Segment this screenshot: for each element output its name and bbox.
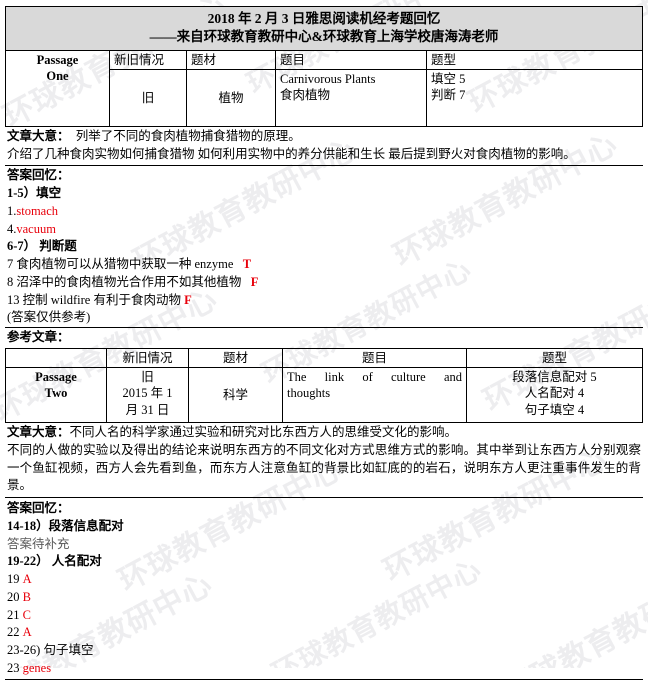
header-question-type: 题型 (466, 347, 643, 369)
cell-subject: 科学 (188, 367, 283, 424)
passage-label-line2: Two (44, 386, 68, 401)
list-item: 23 genes (7, 660, 641, 678)
list-item: 7 食肉植物可以从猎物中获取一种 enzyme T (7, 256, 641, 274)
list-item: 21 C (7, 607, 641, 625)
passage-two-table: 新旧情况 题材 题目 题型 Passage Two 旧 2015 年 1 月 3… (5, 347, 643, 424)
answer-value: C (22, 607, 31, 622)
answer-number: 22 (7, 625, 20, 640)
header-status: 新旧情况 (106, 347, 189, 369)
summary-text-1: 不同人名的科学家通过实验和研究对比东西方人的思维受文化的影响。 (69, 425, 458, 440)
pending-answer-note: 答案待补充 (7, 536, 70, 551)
passage-label-line2: One (46, 68, 69, 83)
header-subject: 题材 (188, 347, 283, 369)
fill-number: 1. (7, 203, 17, 218)
question-type-2: 人名配对 4 (524, 386, 585, 401)
list-item: 20 B (7, 589, 641, 607)
reference-article-label: 参考文章： (7, 330, 70, 345)
list-item: 13 控制 wildfire 有利于食肉动物 F (7, 292, 641, 310)
section-fill-in: 1-5）填空 (7, 186, 62, 201)
section-paragraph-matching: 14-18）段落信息配对 (7, 518, 124, 533)
cell-topic: Carnivorous Plants 食肉植物 (275, 68, 427, 127)
cell-question-type: 段落信息配对 5 人名配对 4 句子填空 4 (466, 367, 643, 424)
tf-answer: F (250, 274, 259, 289)
passage-label-line1: Passage (35, 370, 77, 385)
tf-statement: 7 食肉植物可以从猎物中获取一种 enzyme (7, 257, 234, 272)
answer-number: 19 (7, 572, 20, 587)
summary-text-2: 介绍了几种食肉实物如何捕食猎物 如何利用实物中的养分供能和生长 最后提到野火对食… (7, 146, 576, 161)
list-item: 1.stomach (7, 203, 641, 221)
topic-line-2: thoughts (287, 386, 331, 401)
passage-one-label: Passage One (5, 49, 110, 127)
table-row: Passage Two 旧 2015 年 1 月 31 日 科学 The lin… (5, 367, 643, 424)
question-type-1: 段落信息配对 5 (512, 370, 597, 385)
page-subtitle: ——来自环球教育教研中心&环球教育上海学校唐海涛老师 (149, 28, 499, 44)
tf-answer: T (242, 257, 252, 272)
tf-statement: 8 沼泽中的食肉植物光合作用不如其他植物 (7, 274, 242, 289)
answers-note: (答案仅供参考) (7, 310, 91, 325)
passage-two-answers: 答案回忆： 14-18）段落信息配对 答案待补充 19-22） 人名配对 19 … (5, 498, 643, 678)
status-line-2: 2015 年 1 (122, 386, 173, 401)
topic-english: Carnivorous Plants (280, 71, 376, 86)
answer-value: B (22, 589, 31, 604)
answers-label: 答案回忆： (7, 168, 70, 183)
header-status: 新旧情况 (109, 49, 187, 70)
section-name-matching: 19-22） 人名配对 (7, 554, 102, 569)
reference-article-label-row: 参考文章： (5, 327, 643, 348)
status-line-3: 月 31 日 (125, 402, 170, 417)
answer-number: 20 (7, 589, 20, 604)
page-title: 2018 年 2 月 3 日雅思阅读机经考题回忆 (207, 11, 441, 26)
summary-line-1: 文章大意：不同人名的科学家通过实验和研究对比东西方人的思维受文化的影响。 (7, 424, 641, 442)
question-type-2: 判断 7 (431, 88, 466, 103)
document-title-band: 2018 年 2 月 3 日雅思阅读机经考题回忆 ——来自环球教育教研中心&环球… (5, 6, 643, 50)
cell-status: 旧 (109, 68, 187, 127)
passage-two-summary: 文章大意：不同人名的科学家通过实验和研究对比东西方人的思维受文化的影响。 不同的… (5, 423, 643, 499)
cell-status: 旧 2015 年 1 月 31 日 (106, 367, 189, 424)
passage-two-corner (5, 347, 107, 369)
question-type-3: 句子填空 4 (524, 402, 585, 417)
list-item: 4.vacuum (7, 221, 641, 239)
header-topic: 题目 (282, 347, 467, 369)
passage-two-label: Passage Two (5, 367, 107, 424)
summary-text-1: 列举了不同的食肉植物捕食猎物的原理。 (75, 128, 301, 143)
cell-subject: 植物 (186, 68, 276, 127)
answers-label: 答案回忆： (7, 501, 70, 516)
list-item: 22 A (7, 624, 641, 642)
header-topic: 题目 (275, 49, 427, 70)
summary-line-1: 文章大意： 列举了不同的食肉植物捕食猎物的原理。 (7, 128, 641, 146)
answer-number: 21 (7, 607, 20, 622)
summary-label: 文章大意： (7, 425, 70, 440)
status-line-1: 旧 (141, 370, 154, 385)
tf-answer: F (184, 292, 192, 307)
list-item: 19 A (7, 571, 641, 589)
tf-statement: 13 控制 wildfire 有利于食肉动物 (7, 292, 181, 307)
passage-one-table: Passage One 新旧情况 题材 题目 题型 旧 植物 Carnivoro… (5, 49, 643, 127)
fill-answer: stomach (16, 203, 59, 218)
section-sentence-completion: 23-26) 句子填空 (7, 643, 94, 658)
cell-topic: The link of culture and thoughts (282, 367, 467, 424)
passage-one-summary: 文章大意： 列举了不同的食肉植物捕食猎物的原理。 介绍了几种食肉实物如何捕食猎物… (5, 127, 643, 167)
header-subject: 题材 (186, 49, 276, 70)
section-true-false: 6-7） 判断题 (7, 239, 77, 254)
table-row: Passage One 新旧情况 题材 题目 题型 (5, 49, 643, 127)
summary-body: 不同的人做的实验以及得出的结论来说明东西方的不同文化对方式思维方式的影响。其中举… (7, 442, 641, 493)
header-question-type: 题型 (426, 49, 643, 70)
document-body: 2018 年 2 月 3 日雅思阅读机经考题回忆 ——来自环球教育教研中心&环球… (0, 0, 648, 680)
passage-label-line1: Passage (36, 52, 79, 67)
answer-value: A (22, 572, 32, 587)
list-item: 8 沼泽中的食肉植物光合作用不如其他植物 F (7, 274, 641, 292)
cell-question-type: 填空 5 判断 7 (426, 68, 643, 127)
summary-label: 文章大意： (7, 128, 70, 143)
answer-value: A (22, 625, 32, 640)
topic-chinese: 食肉植物 (280, 88, 331, 103)
bottom-rule (5, 678, 643, 680)
topic-line-1: The link of culture and (287, 370, 462, 385)
passage-one-answers: 答案回忆： 1-5）填空 1.stomach 4.vacuum 6-7） 判断题… (5, 166, 643, 327)
table-row: 新旧情况 题材 题目 题型 (5, 347, 643, 369)
question-type-1: 填空 5 (431, 71, 466, 86)
fill-answer: vacuum (16, 221, 56, 236)
fill-number: 4. (7, 221, 17, 236)
